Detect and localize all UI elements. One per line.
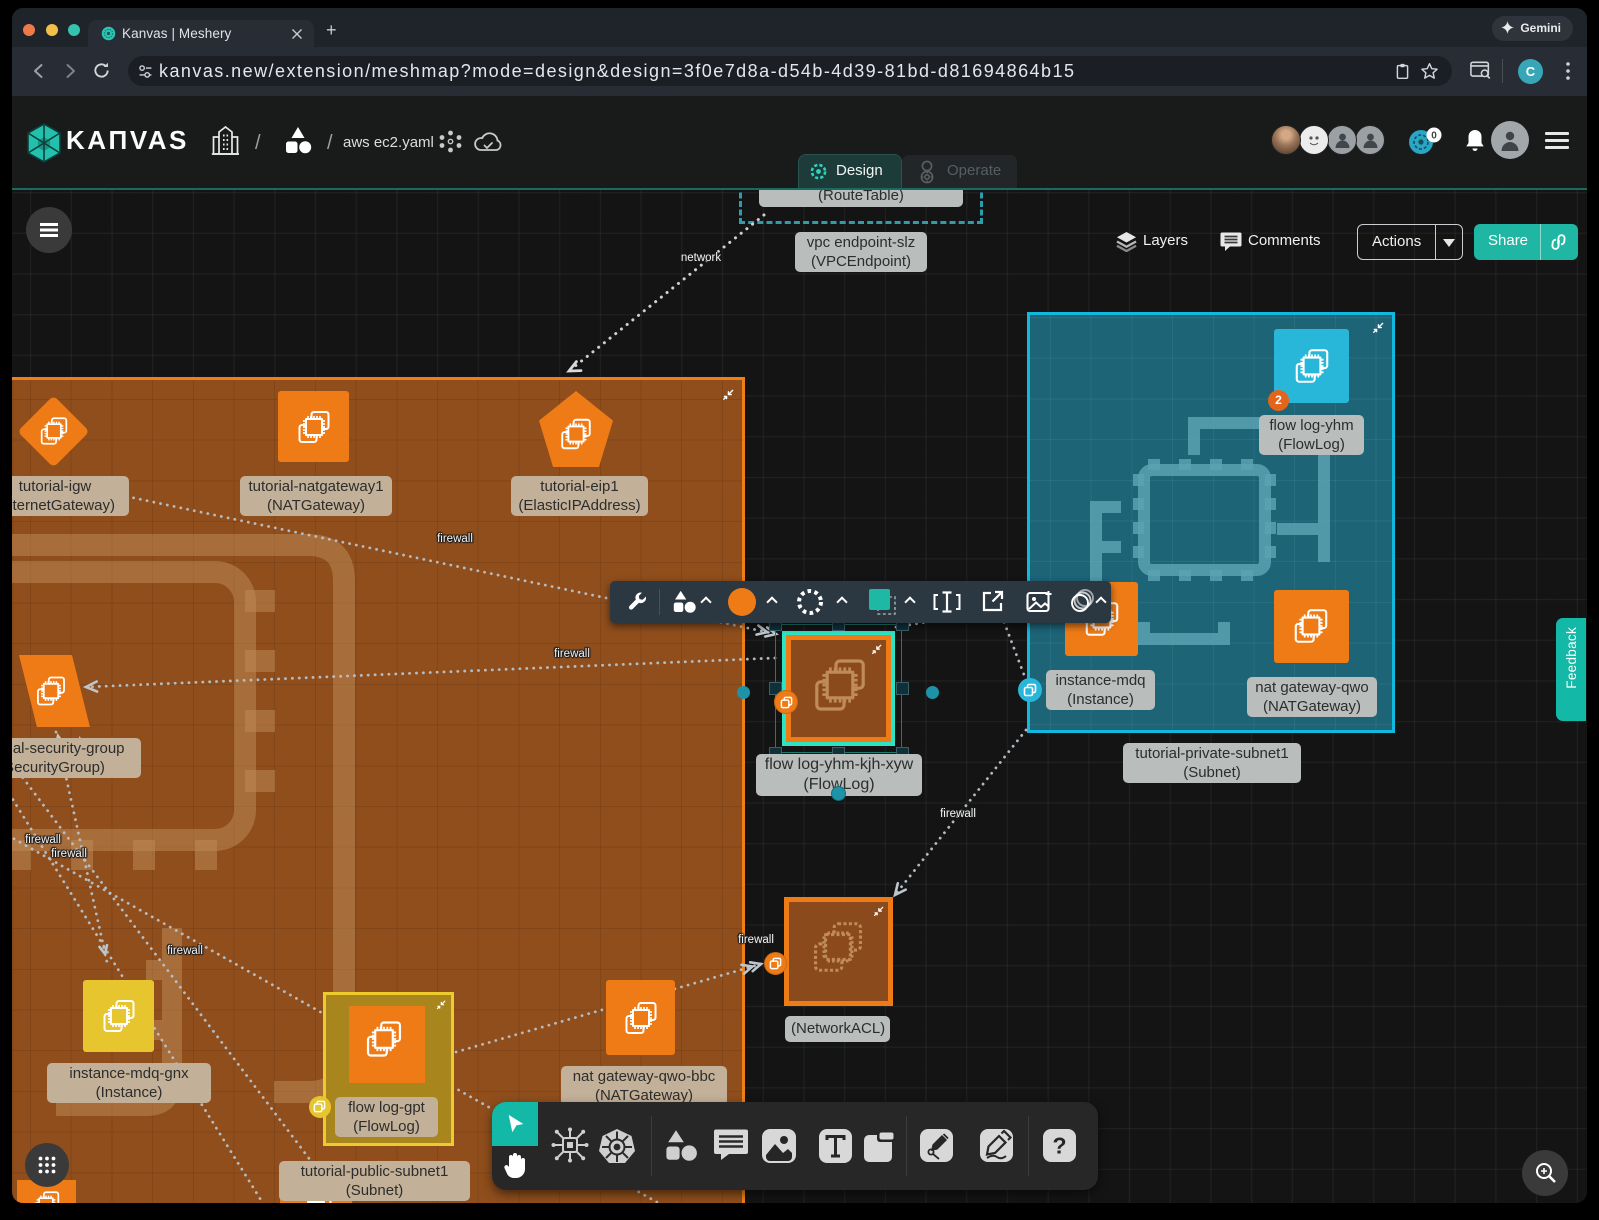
svg-text:?: ?	[1052, 1133, 1066, 1159]
svg-text:0: 0	[1431, 130, 1437, 141]
